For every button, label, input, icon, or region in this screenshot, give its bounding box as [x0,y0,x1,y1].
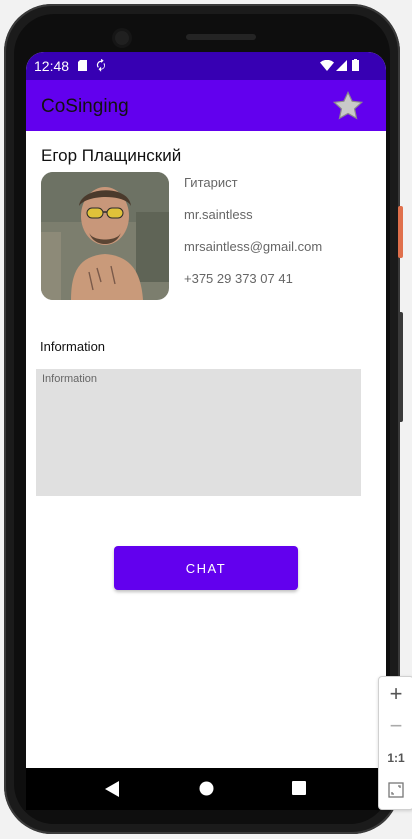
app-bar: CoSinging [26,80,386,131]
emulator-zoom-panel: + − 1:1 [378,676,412,810]
information-placeholder: Information [42,373,98,385]
profile-username: mr.saintless [184,207,253,222]
zoom-in-button[interactable]: + [379,681,412,707]
sync-icon [96,59,105,72]
back-icon[interactable] [105,781,119,797]
navigation-bar [26,768,386,810]
power-button[interactable] [398,206,403,258]
information-label: Information [40,339,106,354]
status-bar: 12:48 [26,52,386,80]
recents-icon[interactable] [292,781,306,795]
zoom-out-button[interactable]: − [379,713,412,739]
profile-avatar [41,172,169,300]
status-time: 12:48 [34,58,70,74]
actual-size-button[interactable]: 1:1 [379,751,412,765]
home-icon[interactable] [199,781,214,796]
profile-role: Гитарист [184,175,238,190]
volume-button[interactable] [398,312,403,422]
battery-icon [352,59,359,71]
app-screen: 12:48 CoSinging Егор Плащинский Гитарист… [26,52,386,810]
profile-phone: +375 29 373 07 41 [184,271,293,286]
information-field[interactable]: Information [36,369,361,496]
chat-button[interactable]: CHAT [114,546,298,590]
app-title: CoSinging [41,96,129,117]
sd-card-icon [78,60,87,71]
wifi-icon [320,60,334,71]
profile-name: Егор Плащинский [41,146,182,165]
earpiece-speaker [186,34,256,40]
front-camera [115,31,129,45]
fit-screen-icon[interactable] [388,782,404,798]
cell-signal-icon [336,60,347,71]
profile-email: mrsaintless@gmail.com [184,239,323,254]
favorite-star-icon[interactable] [332,90,364,122]
